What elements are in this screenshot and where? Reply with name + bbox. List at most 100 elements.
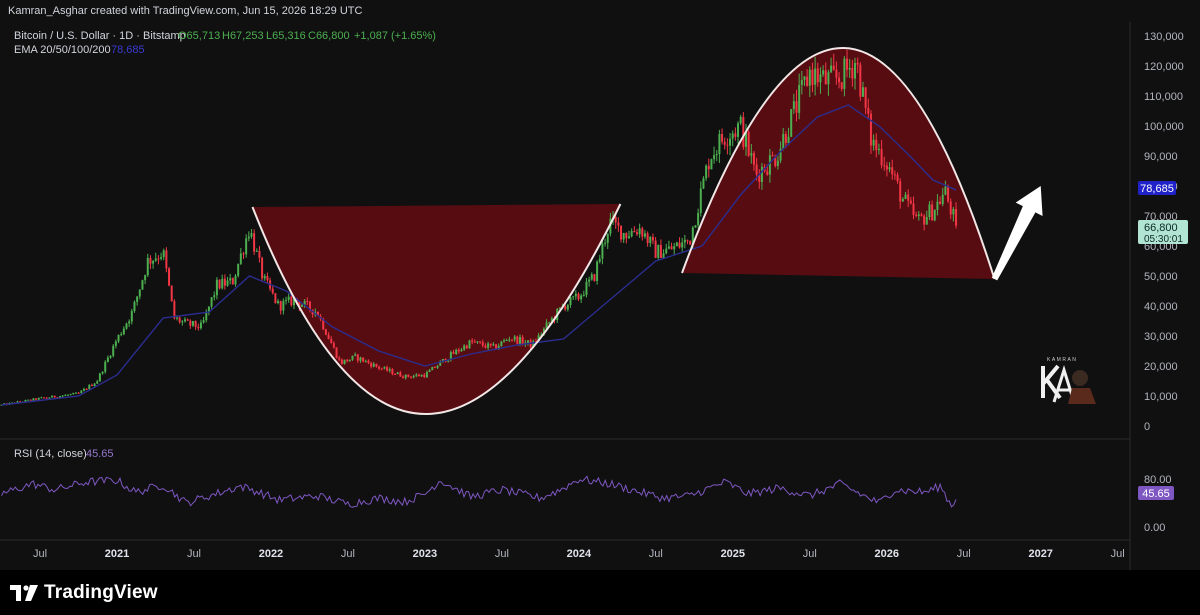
candle-body [822,70,825,75]
candle-body [667,246,670,249]
candle-body [675,242,678,247]
candle-body [74,392,77,394]
time-axis[interactable]: Jul 2021 Jul 2022 Jul 2023 Jul 2024 Jul 2025 Jul 20… [33,548,1125,560]
candle-body [178,317,181,323]
candle-body [596,261,599,281]
candle-body [354,354,357,356]
candle-body [404,374,407,379]
candle-body [383,367,386,369]
time-tick-label: 2027 [1028,548,1052,560]
tradingview-mark-icon [10,585,38,601]
candle-body [343,359,346,364]
candle-body [433,367,436,369]
candle-body [907,194,910,201]
ohlc-high: H67,253 [222,30,264,42]
candle-body [332,343,335,348]
candle-body [183,319,186,322]
candle-body [511,339,514,341]
candle-body [750,153,753,156]
rsi-legend-label: RSI (14, close) [14,448,87,460]
candle-body [181,321,184,323]
candle-body [287,296,290,300]
candle-body [279,301,282,311]
candle-body [189,320,192,326]
candle-body [917,214,920,216]
candle-body [694,225,697,228]
ema-legend-value: 78,685 [111,44,145,56]
candle-body [843,58,846,89]
price-tick-label: 30,000 [1144,331,1178,343]
candle-body [213,295,216,298]
candle-body [104,361,107,372]
candle-body [891,167,894,175]
candle-body [936,201,939,210]
candle-body [27,399,30,401]
candle-body [484,345,487,348]
candle-body [787,136,790,143]
candle-body [819,74,822,83]
ema-legend-label: EMA 20/50/100/200 [14,44,111,56]
candle-body [149,257,152,264]
candle-body [715,153,718,156]
candle-body [928,204,931,218]
candle-body [564,306,567,310]
candle-body [670,246,673,250]
candle-body [59,396,62,398]
candle-body [574,293,577,297]
candle-body [742,116,745,147]
candle-body [633,230,636,233]
candle-body [949,201,952,215]
candle-body [402,376,405,379]
candle-body [266,276,269,281]
candle-body [877,149,880,151]
candle-body [455,349,458,354]
candle-body [713,155,716,160]
candle-body [947,186,950,202]
watermark-figure-icon [1072,370,1088,386]
candle-body [375,363,378,367]
candle-body [673,246,676,250]
candle-body [598,258,601,262]
candle-body [409,376,412,378]
candle-body [98,373,101,382]
candle-body [112,345,115,356]
candle-body [707,165,710,170]
candle-body [138,289,141,297]
author-caption: Kamran_Asghar created with TradingView.c… [8,5,363,17]
time-tick-label: Jul [341,548,355,560]
candle-body [114,341,117,346]
candle-body [604,242,607,244]
candle-body [43,397,46,399]
time-tick-label: 2022 [259,548,283,560]
candle-body [61,395,64,397]
candle-body [399,372,402,377]
price-tick-label: 40,000 [1144,301,1178,313]
candle-body [274,293,277,303]
price-tick-label: 90,000 [1144,151,1178,163]
candle-body [824,70,827,85]
candle-body [489,343,492,346]
candle-body [848,68,851,70]
rsi-legend-value: 45.65 [86,448,114,460]
candle-body [782,134,785,149]
candle-body [500,341,503,347]
candle-body [893,174,896,176]
candle-body [125,323,128,329]
candle-body [428,370,431,372]
candle-body [505,339,508,341]
candle-body [415,374,418,376]
time-tick-label: Jul [1111,548,1125,560]
candle-body [585,281,588,295]
candle-body [646,233,649,244]
candle-body [899,181,902,202]
candle-body [146,257,149,276]
candle-body [883,165,886,167]
chart-area[interactable]: 130,000120,000110,000100,00090,00080,000… [0,22,1200,570]
candle-body [846,58,849,70]
ohlc-change: +1,087 (+1.65%) [354,30,436,42]
candle-body [338,357,341,360]
candle-body [931,204,934,221]
candle-body [460,349,463,352]
candle-body [588,279,591,282]
tradingview-logo[interactable]: TradingView [10,582,158,604]
